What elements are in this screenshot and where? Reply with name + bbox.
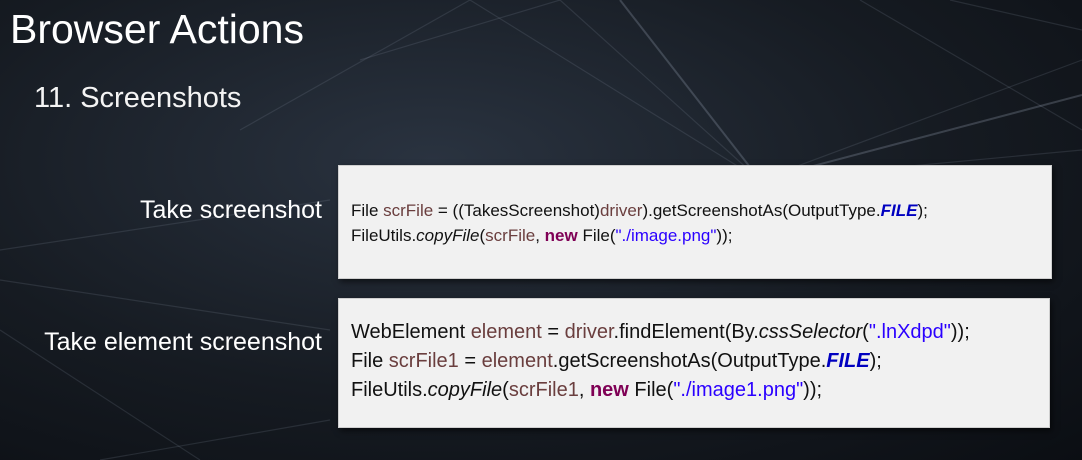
take-screenshot-label: Take screenshot — [139, 196, 322, 224]
code-line: WebElement element = driver.findElement(… — [351, 321, 970, 343]
take-screenshot-code-box: File scrFile = ((TakesScreenshot)driver)… — [338, 165, 1052, 279]
take-element-screenshot-label: Take element screenshot — [44, 328, 322, 356]
slide-title: Browser Actions — [10, 6, 304, 52]
take-element-screenshot-code-box: WebElement element = driver.findElement(… — [338, 298, 1050, 428]
code-line: File scrFile = ((TakesScreenshot)driver)… — [351, 201, 928, 220]
slide-subtitle: 11. Screenshots — [34, 82, 242, 114]
code-line: File scrFile1 = element.getScreenshotAs(… — [351, 350, 882, 372]
code-line: FileUtils.copyFile(scrFile, new File("./… — [351, 226, 733, 245]
code-line: FileUtils.copyFile(scrFile1, new File(".… — [351, 379, 823, 401]
